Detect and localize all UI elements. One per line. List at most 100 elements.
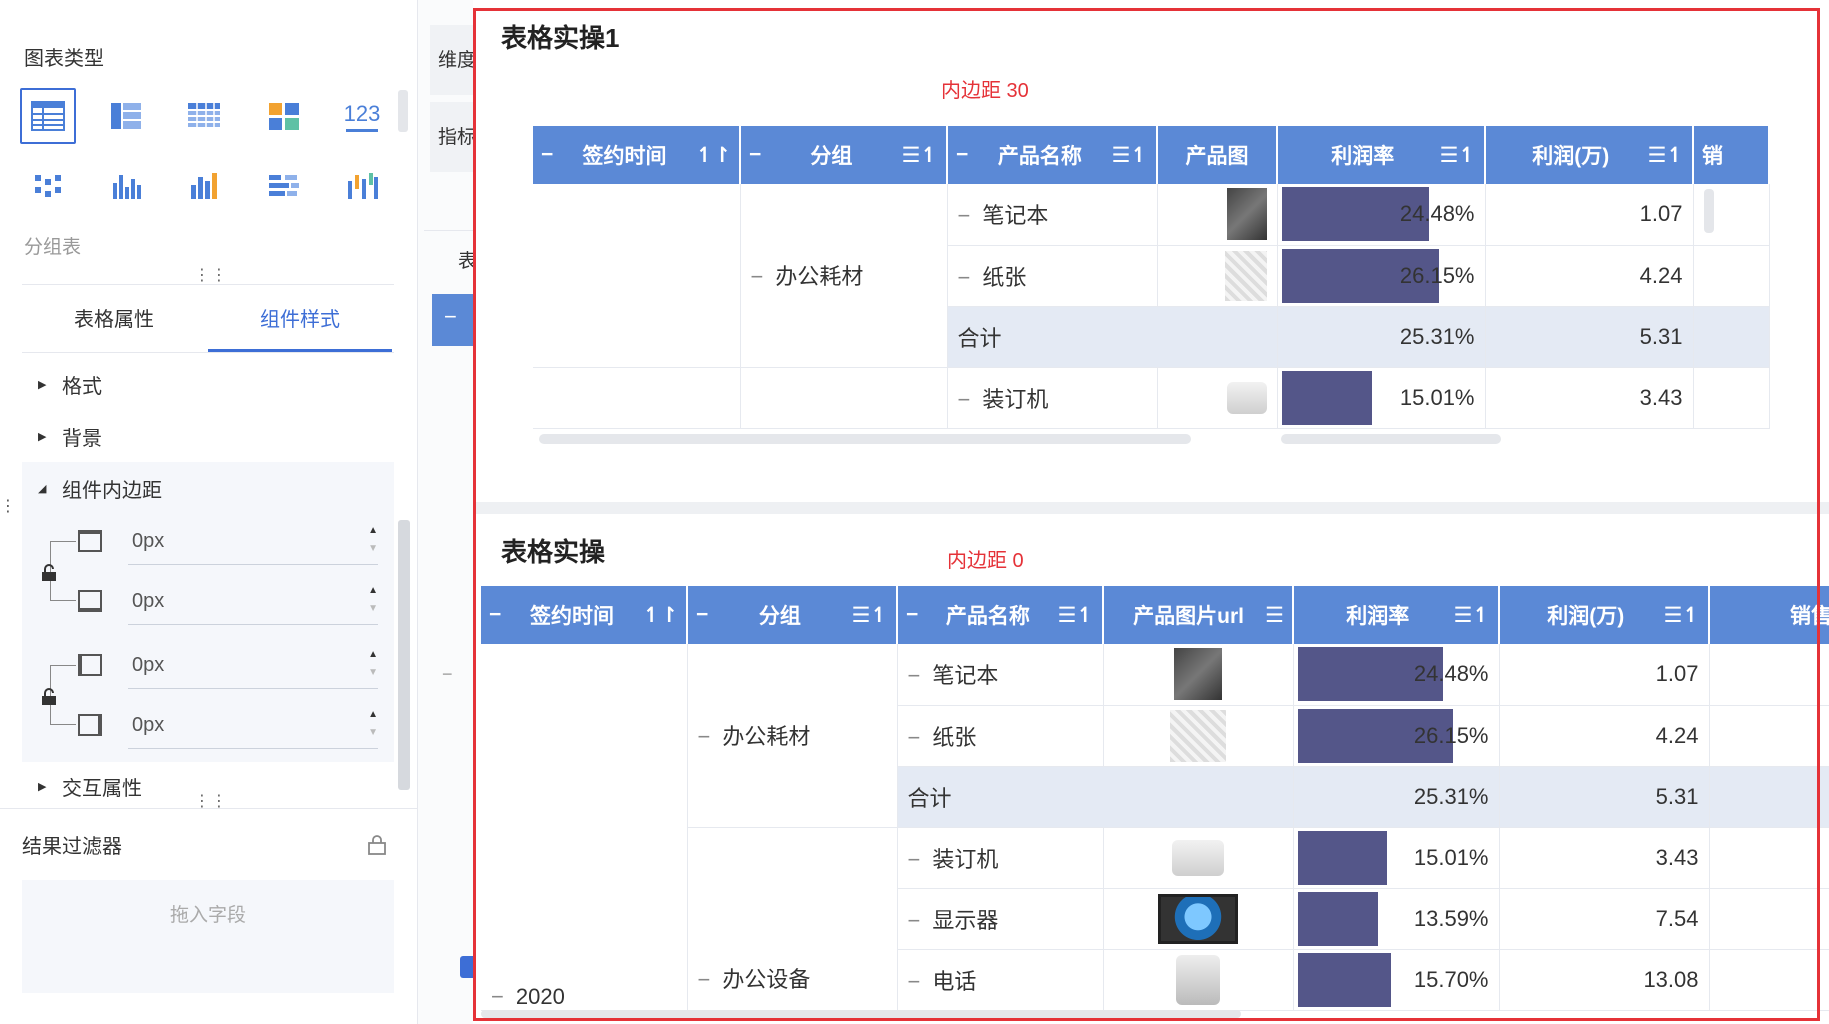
caret-right-icon: ▶ — [38, 379, 47, 391]
header-sign-time[interactable]: − 签约时间 ↿↾ — [533, 126, 741, 184]
padding-top-stepper[interactable]: ▲ ▼ — [368, 522, 378, 558]
icons-scrollbar[interactable] — [398, 90, 408, 132]
profit-value: 13.08 — [1499, 949, 1710, 1011]
cross-table-icon[interactable] — [176, 88, 232, 144]
padding-left-icon — [78, 654, 102, 676]
product-cell[interactable]: − 装订机 — [947, 367, 1158, 429]
padding-right-stepper[interactable]: ▲ ▼ — [368, 706, 378, 742]
interaction-section[interactable]: ▶ 交互属性 — [38, 772, 142, 801]
sort-icon[interactable]: ☰↿ — [902, 143, 938, 168]
resize-handle-icon[interactable]: ⋮⋮ — [194, 794, 228, 810]
panel-scrollbar[interactable] — [398, 520, 410, 790]
sign-time-cell[interactable]: −2020 — [481, 644, 688, 1011]
group-cell[interactable]: − 办公耗材 — [687, 644, 898, 828]
waterfall-icon[interactable] — [334, 158, 390, 214]
padding-top-input[interactable]: 0px — [128, 517, 378, 565]
horizontal-bar-icon[interactable] — [256, 158, 312, 214]
padding-left-field[interactable]: 0px ▲ ▼ — [78, 640, 378, 690]
profit-rate-value: 26.15% — [1413, 722, 1489, 748]
table-card-2[interactable]: 表格实操 内边距 0 − 签约时间 ↿↾ − 分组 ☰↿ − 产品名称 ☰↿ 产品图片url… — [481, 516, 1829, 1024]
product-cell[interactable]: − 电话 — [897, 949, 1104, 1011]
subtotal-rate: 25.31% — [1277, 306, 1486, 368]
tab-component-style[interactable]: 组件样式 — [208, 300, 392, 352]
table-icon[interactable] — [20, 88, 76, 144]
header-label: 利润率 — [1331, 145, 1395, 168]
header-group[interactable]: − 分组 ☰↿ — [740, 126, 948, 184]
dashboard-card-icon[interactable] — [256, 88, 312, 144]
monitor-image — [1158, 893, 1238, 944]
scatter-grid-icon[interactable] — [20, 158, 76, 214]
background-section[interactable]: ▶ 背景 — [38, 422, 102, 451]
profit-rate-cell: 13.59% — [1293, 888, 1500, 950]
header-sales[interactable]: 销 — [1693, 126, 1770, 184]
header-product-image[interactable]: 产品图 — [1157, 126, 1278, 184]
filter-drop-zone[interactable]: 拖入字段 — [22, 880, 394, 993]
header-profit[interactable]: 利润(万) ☰↿ — [1499, 586, 1710, 644]
horizontal-scrollbar[interactable] — [539, 434, 1191, 444]
header-product-name[interactable]: − 产品名称 ☰↿ — [897, 586, 1104, 644]
subtotal-label: 合计 — [897, 766, 1294, 828]
sort-icon[interactable]: ☰↿ — [1058, 603, 1094, 628]
padding-bottom-stepper[interactable]: ▲ ▼ — [368, 582, 378, 618]
sort-icon[interactable]: ☰↿ — [1648, 143, 1684, 168]
header-profit-rate[interactable]: 利润率 ☰↿ — [1293, 586, 1500, 644]
sort-icon[interactable]: ☰↿ — [1664, 603, 1700, 628]
padding-bottom-field[interactable]: 0px ▲ ▼ — [78, 576, 378, 626]
group-table-icon[interactable] — [98, 88, 154, 144]
product-cell[interactable]: − 显示器 — [897, 888, 1104, 950]
padding-left-input[interactable]: 0px — [128, 641, 378, 689]
collapse-icon[interactable]: − — [442, 664, 453, 685]
header-profit-rate[interactable]: 利润率 ☰↿ — [1277, 126, 1486, 184]
header-sign-time[interactable]: − 签约时间 ↿↾ — [481, 586, 688, 644]
resize-handle-icon[interactable]: ⋮⋮ — [194, 268, 228, 284]
column-chart-icon[interactable] — [98, 158, 154, 214]
table-header-row: − 签约时间 ↿↾ − 分组 ☰↿ − 产品名称 ☰↿ 产品图片url ☰ 利润率 ☰↿ 利润(… — [481, 586, 1829, 644]
padding-top-field[interactable]: 0px ▲ ▼ — [78, 516, 378, 566]
vertical-scrollbar[interactable] — [1703, 189, 1714, 234]
drag-handle-icon[interactable]: ⋮ — [0, 496, 16, 516]
header-label: 利润率 — [1346, 605, 1410, 628]
profit-rate-value: 13.59% — [1413, 905, 1489, 931]
product-cell[interactable]: − 纸张 — [897, 705, 1104, 767]
sort-icon[interactable]: ☰↿ — [852, 603, 888, 628]
product-cell[interactable]: − 笔记本 — [947, 184, 1158, 246]
group-cell[interactable]: − 办公设备 — [687, 827, 898, 1011]
lock-icon[interactable] — [40, 564, 58, 582]
header-profit[interactable]: 利润(万) ☰↿ — [1485, 126, 1694, 184]
horizontal-scrollbar[interactable] — [481, 1010, 1241, 1018]
sort-icon[interactable]: ☰↿ — [1112, 143, 1148, 168]
padding-bottom-input[interactable]: 0px — [128, 577, 378, 625]
sales-cell — [1693, 184, 1770, 246]
header-sales[interactable]: 销售 — [1709, 586, 1829, 644]
product-label: 装订机 — [982, 386, 1049, 412]
header-label: 产品图 — [1185, 145, 1249, 168]
sort-icon[interactable]: ☰↿ — [1454, 603, 1490, 628]
table-card-1[interactable]: 表格实操1 内边距 30 − 签约时间 ↿↾ − 分组 ☰↿ − 产品名称 ☰↿ 产品图 利… — [481, 10, 1821, 500]
padding-left-stepper[interactable]: ▲ ▼ — [368, 646, 378, 682]
group-cell[interactable]: − 办公耗材 — [740, 184, 948, 368]
filter-lock-icon[interactable] — [366, 834, 388, 856]
format-section[interactable]: ▶ 格式 — [38, 370, 102, 399]
sort-icon[interactable]: ↿↾ — [696, 143, 731, 168]
lock-icon[interactable] — [40, 688, 58, 706]
product-image-cell — [1103, 705, 1294, 767]
menu-icon[interactable]: ☰ — [1265, 603, 1284, 628]
header-product-image-url[interactable]: 产品图片url ☰ — [1103, 586, 1294, 644]
header-product-name[interactable]: − 产品名称 ☰↿ — [947, 126, 1158, 184]
sort-icon[interactable]: ↿↾ — [643, 603, 678, 628]
sort-icon[interactable]: ☰↿ — [1440, 143, 1476, 168]
product-cell[interactable]: − 笔记本 — [897, 644, 1104, 706]
product-cell[interactable]: − 装订机 — [897, 827, 1104, 889]
header-group[interactable]: − 分组 ☰↿ — [687, 586, 898, 644]
padding-label: 组件内边距 — [62, 480, 162, 502]
number-icon[interactable]: 123 — [334, 88, 390, 144]
padding-right-input[interactable]: 0px — [128, 701, 378, 749]
profit-rate-value: 26.15% — [1399, 262, 1475, 288]
product-cell[interactable]: − 纸张 — [947, 245, 1158, 307]
padding-section-header[interactable]: ◢ 组件内边距 — [38, 474, 162, 503]
tab-table-properties[interactable]: 表格属性 — [22, 300, 206, 352]
padding-right-field[interactable]: 0px ▲ ▼ — [78, 700, 378, 750]
bar-chart-icon[interactable] — [176, 158, 232, 214]
card-divider — [473, 502, 1829, 514]
horizontal-scrollbar[interactable] — [1281, 434, 1501, 444]
